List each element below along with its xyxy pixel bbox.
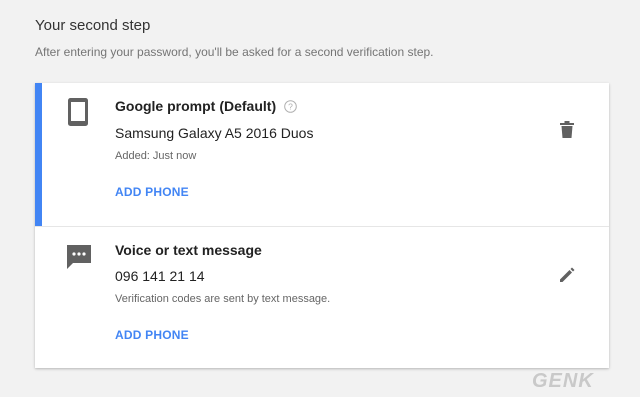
google-prompt-option: Google prompt (Default) ? Samsung Galaxy… xyxy=(35,83,609,227)
voice-text-option: Voice or text message 096 141 21 14 Veri… xyxy=(35,227,609,368)
svg-text:?: ? xyxy=(288,101,293,111)
delete-icon[interactable] xyxy=(557,120,577,140)
help-icon[interactable]: ? xyxy=(284,99,297,113)
edit-icon[interactable] xyxy=(557,265,577,285)
section-description: After entering your password, you'll be … xyxy=(35,45,434,59)
smartphone-icon xyxy=(68,98,88,126)
add-phone-button[interactable]: ADD PHONE xyxy=(115,185,189,199)
add-phone-button[interactable]: ADD PHONE xyxy=(115,328,189,342)
voice-text-title: Voice or text message xyxy=(115,242,262,258)
default-indicator-bar xyxy=(35,83,42,226)
device-name: Samsung Galaxy A5 2016 Duos xyxy=(115,125,314,141)
added-status: Added: Just now xyxy=(115,150,197,162)
watermark-logo: GENK xyxy=(532,370,594,392)
section-title: Your second step xyxy=(35,17,151,34)
google-prompt-label: Google prompt xyxy=(115,98,216,114)
second-step-card: Google prompt (Default) ? Samsung Galaxy… xyxy=(35,83,609,368)
phone-number: 096 141 21 14 xyxy=(115,268,205,284)
sms-icon xyxy=(67,245,91,269)
default-label: (Default) xyxy=(219,98,277,114)
google-prompt-title: Google prompt (Default) ? xyxy=(115,98,297,114)
verification-description: Verification codes are sent by text mess… xyxy=(115,293,331,305)
